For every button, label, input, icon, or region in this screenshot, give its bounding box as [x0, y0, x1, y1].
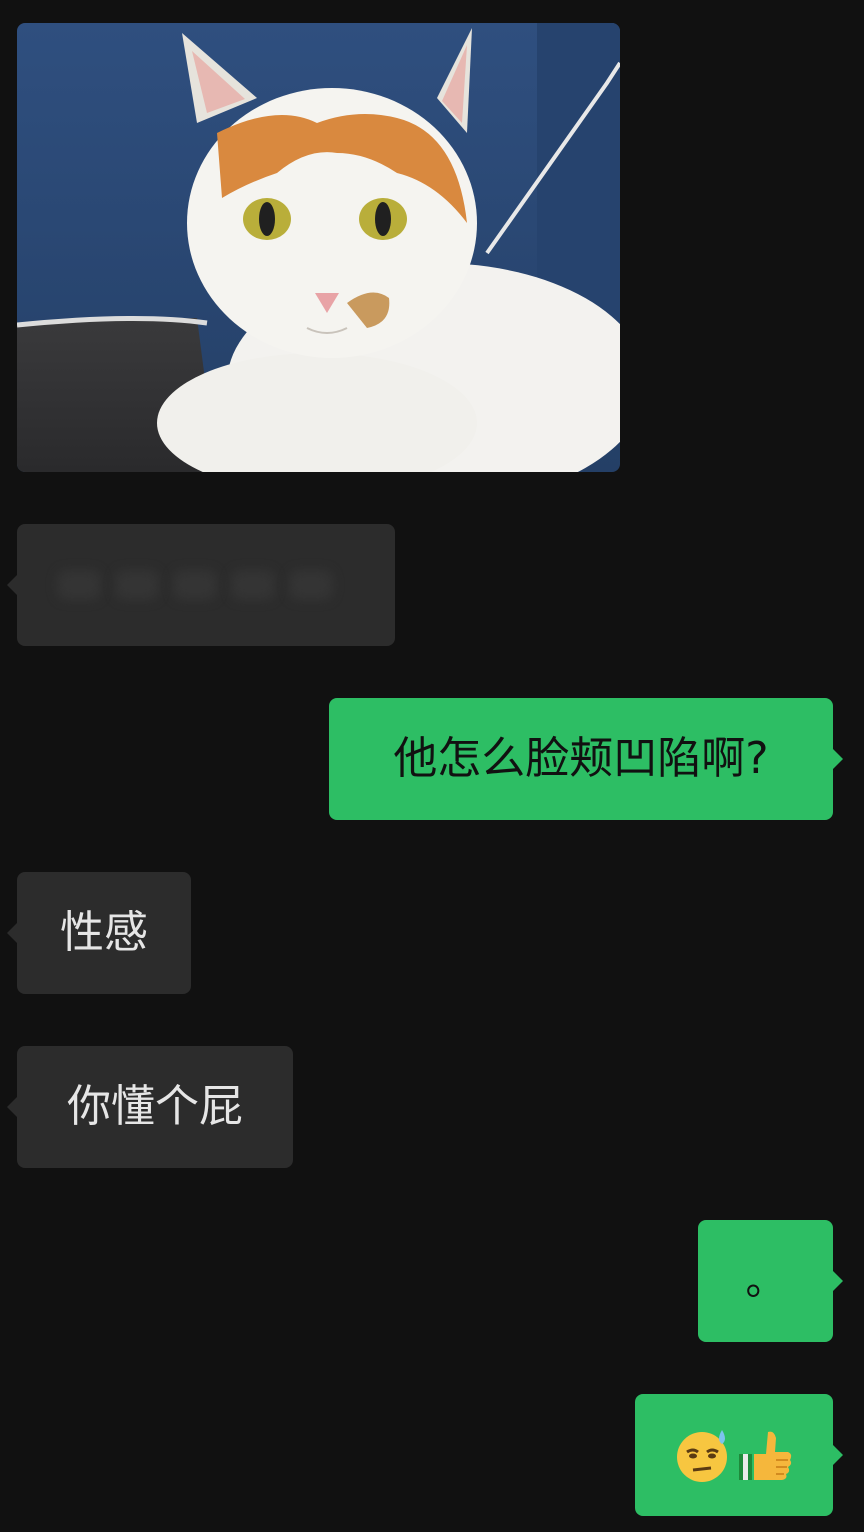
message-text: 你懂个屁 [67, 1081, 243, 1132]
redacted-text [57, 570, 333, 600]
message-bubble-outgoing[interactable]: 他怎么脸颊凹陷啊? [329, 698, 843, 820]
message-bubble-incoming[interactable]: 你懂个屁 [7, 1046, 293, 1168]
message-text: 他怎么脸颊凹陷啊? [393, 733, 769, 784]
sweat-face-icon [674, 1426, 732, 1484]
message-text: 性感 [60, 907, 148, 958]
message-bubble-incoming[interactable]: 性感 [7, 872, 191, 994]
thumbs-up-icon [736, 1426, 794, 1484]
message-text: 。 [745, 1258, 786, 1304]
message-bubble-outgoing[interactable]: 。 [698, 1220, 843, 1342]
message-bubble-redacted[interactable] [7, 524, 395, 646]
cat-photo[interactable] [17, 23, 620, 472]
cat-image-icon [17, 23, 620, 472]
message-bubble-emoji[interactable] [635, 1394, 843, 1516]
